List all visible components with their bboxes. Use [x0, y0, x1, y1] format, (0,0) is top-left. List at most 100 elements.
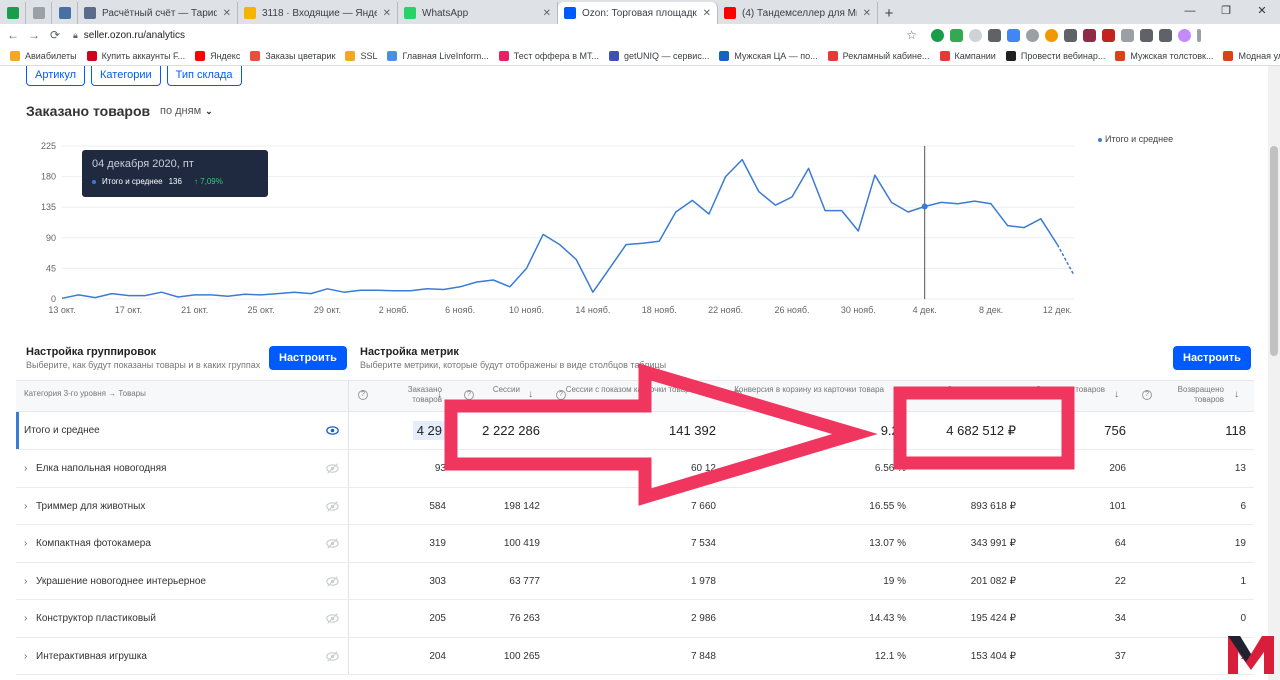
- scrollbar-thumb[interactable]: [1270, 146, 1278, 356]
- filter-warehouse-type-button[interactable]: Тип склада: [166, 66, 242, 86]
- bookmark-item[interactable]: Яндекс: [195, 50, 240, 61]
- eye-off-icon[interactable]: [326, 612, 339, 625]
- sort-arrow-icon[interactable]: ↓: [437, 389, 442, 400]
- bookmark-star-icon[interactable]: ☆: [906, 28, 917, 42]
- tab-close-icon[interactable]: ✕: [863, 8, 871, 19]
- bookmark-item[interactable]: Мужская толстовк...: [1115, 50, 1214, 61]
- table-row-total[interactable]: Итого и среднее 4 29 2 222 286 141 392 9…: [16, 412, 1254, 450]
- bookmark-label: Мужская толстовк...: [1130, 50, 1214, 61]
- bookmark-favicon-icon: [345, 50, 356, 61]
- bookmark-item[interactable]: Мужская ЦА — по...: [719, 50, 818, 61]
- bookmark-item[interactable]: Рекламный кабине...: [827, 50, 930, 61]
- bookmark-item[interactable]: Главная LiveInform...: [387, 50, 489, 61]
- new-tab-button[interactable]: +: [878, 2, 900, 24]
- bookmark-item[interactable]: Тест оффера в МТ...: [498, 50, 599, 61]
- expand-chevron-icon[interactable]: ›: [24, 525, 36, 562]
- eye-icon[interactable]: [326, 424, 339, 437]
- column-header-ordered[interactable]: Заказано товаров: [382, 385, 442, 405]
- eye-off-icon[interactable]: [326, 537, 339, 550]
- profile-avatar-icon[interactable]: [1178, 28, 1191, 42]
- sort-arrow-icon[interactable]: ↓: [1114, 389, 1119, 400]
- browser-tab[interactable]: WhatsApp ✕: [398, 2, 558, 24]
- bookmark-item[interactable]: Провести вебинар...: [1005, 50, 1105, 61]
- forward-icon[interactable]: →: [26, 28, 42, 42]
- bookmark-item[interactable]: getUNIQ — сервис...: [609, 50, 709, 61]
- extension-icon[interactable]: [969, 28, 982, 42]
- tab-close-icon[interactable]: ✕: [703, 8, 711, 19]
- browser-tab[interactable]: [0, 2, 26, 24]
- metrics-configure-button[interactable]: Настроить: [1173, 346, 1251, 370]
- cell-card-sessions: 7 534: [690, 538, 716, 549]
- puzzle-icon[interactable]: [1140, 28, 1153, 42]
- extension-icon[interactable]: [1102, 28, 1115, 42]
- column-header-sessions[interactable]: Сессии: [450, 385, 520, 395]
- reload-icon[interactable]: ⟳: [47, 28, 63, 42]
- extension-icon[interactable]: [931, 28, 944, 42]
- extension-icon[interactable]: [1045, 28, 1058, 42]
- expand-chevron-icon[interactable]: ›: [24, 450, 36, 487]
- bookmark-item[interactable]: SSL: [345, 50, 377, 61]
- table-row[interactable]: › Конструктор пластиковый 205 76 263 2 986 14…: [16, 600, 1254, 638]
- tab-favicon-icon: [32, 7, 45, 19]
- close-window-icon[interactable]: ✕: [1244, 0, 1280, 22]
- browser-tab[interactable]: [26, 2, 52, 24]
- sort-arrow-icon[interactable]: ↓: [1234, 389, 1239, 400]
- eye-off-icon[interactable]: [326, 650, 339, 663]
- expand-chevron-icon[interactable]: ›: [24, 488, 36, 525]
- bookmark-item[interactable]: Модная уличная м...: [1223, 50, 1280, 61]
- extension-icon[interactable]: [950, 28, 963, 42]
- column-header-revenue[interactable]: Заказано на сумму: [918, 385, 1018, 395]
- expand-chevron-icon[interactable]: ›: [24, 638, 36, 675]
- bookmark-item[interactable]: Кампании: [939, 50, 996, 61]
- expand-chevron-icon[interactable]: ›: [24, 563, 36, 600]
- table-row[interactable]: › Интерактивная игрушка 204 100 265 7 848 12.…: [16, 637, 1254, 675]
- extension-icon[interactable]: [1064, 28, 1077, 42]
- eye-off-icon[interactable]: [326, 500, 339, 513]
- sort-arrow-icon[interactable]: ↓: [528, 389, 533, 400]
- filter-categories-button[interactable]: Категории: [91, 66, 161, 86]
- column-header-card-sessions[interactable]: Сессии с показом карточки товара: [544, 385, 694, 395]
- tab-close-icon[interactable]: ✕: [383, 8, 391, 19]
- cell-conversion: 19 %: [883, 575, 906, 587]
- column-header-returned[interactable]: Возвращено товаров: [1154, 385, 1224, 405]
- bookmark-item[interactable]: Авиабилеты: [10, 50, 77, 61]
- table-row[interactable]: › Компактная фотокамера 319 100 419 7 534 13.…: [16, 525, 1254, 563]
- back-icon[interactable]: ←: [5, 28, 21, 42]
- column-header-conversion[interactable]: Конверсия в корзину из карточки товара: [734, 385, 884, 395]
- help-icon[interactable]: ?: [358, 390, 368, 400]
- extension-icon[interactable]: [1121, 28, 1134, 42]
- page-scrollbar[interactable]: [1268, 66, 1280, 680]
- table-row[interactable]: › Триммер для животных 584 198 142 7 660 16.5…: [16, 487, 1254, 525]
- x-tick-label: 29 окт.: [314, 305, 341, 315]
- eye-off-icon[interactable]: [326, 575, 339, 588]
- filter-sku-button[interactable]: Артикул: [26, 66, 86, 86]
- playlist-icon[interactable]: [1159, 28, 1172, 42]
- column-header-cancelled[interactable]: Отменено товаров: [1035, 385, 1105, 395]
- tab-close-icon[interactable]: ✕: [543, 8, 551, 19]
- url-field[interactable]: 🔒︎ seller.ozon.ru/analytics ☆: [73, 26, 923, 44]
- table-row[interactable]: › Украшение новогоднее интерьерное 303 63 7…: [16, 562, 1254, 600]
- bookmark-item[interactable]: Купить аккаунты F...: [86, 50, 185, 61]
- restore-icon[interactable]: ❐: [1208, 0, 1244, 22]
- period-select[interactable]: по дням ⌄: [160, 105, 213, 117]
- extension-icon[interactable]: [1007, 28, 1020, 42]
- browser-tab[interactable]: (4) Тандемселлер для Минпросм ✕: [718, 2, 878, 24]
- browser-tab[interactable]: Расчётный счёт — Тарифы в бе ✕: [78, 2, 238, 24]
- browser-tab[interactable]: Ozon: Торговая площадка ✕: [558, 2, 718, 24]
- extension-icon[interactable]: [1026, 28, 1039, 42]
- expand-chevron-icon[interactable]: ›: [24, 600, 36, 637]
- table-row[interactable]: › Елка напольная новогодняя 93 60 12 6.56 % 2…: [16, 450, 1254, 488]
- help-icon[interactable]: ?: [1142, 390, 1152, 400]
- tab-close-icon[interactable]: ✕: [223, 8, 231, 19]
- cell-sessions: 100 419: [503, 538, 540, 549]
- browser-tab[interactable]: 3118 · Входящие — Яндекс.Поч ✕: [238, 2, 398, 24]
- extension-icon[interactable]: [988, 28, 1001, 42]
- eye-off-icon[interactable]: [326, 462, 339, 475]
- extension-icon[interactable]: [1083, 28, 1096, 42]
- menu-dots-icon[interactable]: [1197, 28, 1201, 42]
- minimize-icon[interactable]: —: [1172, 0, 1208, 22]
- bookmark-item[interactable]: Заказы цветарик: [250, 50, 335, 61]
- browser-tab[interactable]: [52, 2, 78, 24]
- grouping-configure-button[interactable]: Настроить: [269, 346, 347, 370]
- tab-favicon-icon: [724, 7, 736, 19]
